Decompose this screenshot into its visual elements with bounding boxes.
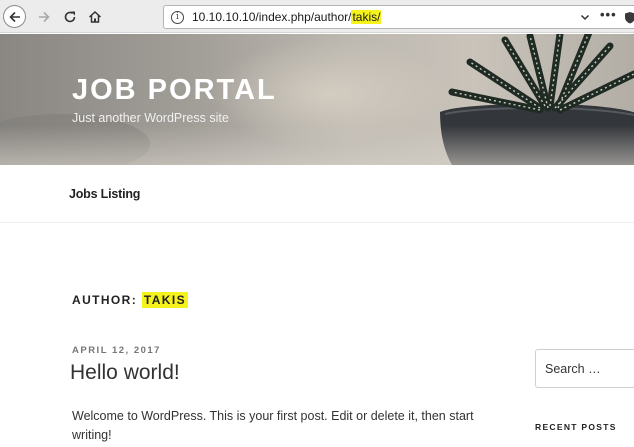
browser-toolbar: i 10.10.10.10/index.php/author/takis/ ••… — [0, 0, 634, 33]
site-header: JOB PORTAL Just another WordPress site — [0, 34, 634, 165]
archive-author-name: TAKIS — [141, 292, 188, 308]
url-highlighted-segment: takis/ — [351, 10, 382, 24]
main-navigation: Jobs Listing — [0, 165, 634, 223]
search-input[interactable]: Search … — [535, 349, 634, 388]
url-path: 10.10.10.10/index.php/author/ — [192, 10, 352, 24]
recent-posts-title: RECENT POSTS — [535, 422, 617, 432]
back-button[interactable] — [3, 5, 26, 28]
chevron-down-icon[interactable] — [579, 11, 591, 23]
nav-item-jobs-listing[interactable]: Jobs Listing — [69, 187, 140, 201]
home-button[interactable] — [84, 6, 105, 27]
back-arrow-icon — [8, 11, 20, 22]
more-icon[interactable]: ••• — [600, 7, 617, 22]
post-excerpt: Welcome to WordPress. This is your first… — [72, 409, 474, 442]
shield-icon[interactable] — [624, 11, 634, 24]
archive-prefix: AUTHOR: — [72, 293, 138, 307]
forward-arrow-icon — [38, 11, 50, 22]
archive-title: AUTHOR: TAKIS — [72, 292, 188, 308]
reload-button[interactable] — [59, 6, 80, 27]
header-shade — [0, 125, 634, 165]
home-icon — [88, 10, 101, 23]
post-title[interactable]: Hello world! — [70, 361, 180, 385]
site-tagline: Just another WordPress site — [72, 111, 229, 125]
post-date[interactable]: APRIL 12, 2017 — [72, 345, 161, 356]
search-placeholder: Search … — [545, 362, 601, 376]
forward-button[interactable] — [33, 6, 54, 27]
site-title[interactable]: JOB PORTAL — [72, 74, 277, 107]
reload-icon — [64, 11, 75, 22]
address-bar[interactable]: i 10.10.10.10/index.php/author/takis/ ••… — [163, 5, 634, 29]
info-icon[interactable]: i — [171, 11, 184, 24]
url-text[interactable]: 10.10.10.10/index.php/author/takis/ — [192, 10, 382, 24]
